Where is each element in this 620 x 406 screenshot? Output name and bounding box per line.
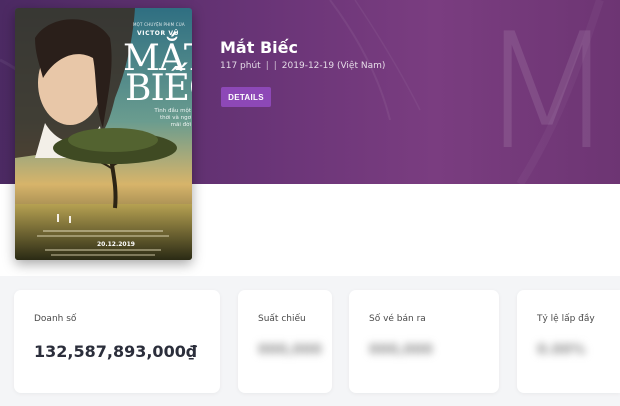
poster-title-line2: BIẾC: [125, 68, 192, 109]
stat-label: Tỷ lệ lấp đầy: [537, 314, 595, 324]
stat-value-blurred: 0.00%: [537, 342, 586, 358]
stat-label: Số vé bán ra: [369, 314, 426, 324]
meta-separator: |: [273, 61, 277, 71]
movie-poster[interactable]: MỘT CHUYỆN PHIM CỦA VICTOR VŨ MẮT BIẾC T…: [15, 8, 192, 260]
stat-value-blurred: 000,000: [369, 342, 433, 358]
runtime: 117 phút: [220, 61, 261, 71]
background-letter: M: [478, 0, 617, 184]
movie-title: Mắt Biếc: [220, 38, 298, 57]
stat-card-occupancy: Tỷ lệ lấp đầy 0.00%: [517, 290, 620, 393]
stat-label: Doanh số: [34, 314, 77, 324]
stat-card-revenue: Doanh số 132,587,893,000₫: [14, 290, 220, 393]
movie-meta: 117 phút | | 2019-12-19 (Việt Nam): [220, 61, 385, 71]
details-button[interactable]: DETAILS: [221, 87, 271, 107]
stat-value-blurred: 000,000: [258, 342, 322, 358]
poster-top-line: MỘT CHUYỆN PHIM CỦA: [133, 22, 185, 27]
poster-tagline: Tình đầu một thời và ngơ mãi đời: [154, 108, 191, 128]
poster-director: VICTOR VŨ: [137, 30, 180, 37]
release-date: 2019-12-19 (Việt Nam): [281, 61, 386, 71]
stat-card-showings: Suất chiếu 000,000: [238, 290, 332, 393]
meta-separator: |: [265, 61, 269, 71]
stat-label: Suất chiếu: [258, 314, 306, 324]
stat-card-tickets: Số vé bán ra 000,000: [349, 290, 499, 393]
poster-date: 20.12.2019: [97, 241, 135, 248]
stat-value: 132,587,893,000₫: [34, 342, 197, 361]
